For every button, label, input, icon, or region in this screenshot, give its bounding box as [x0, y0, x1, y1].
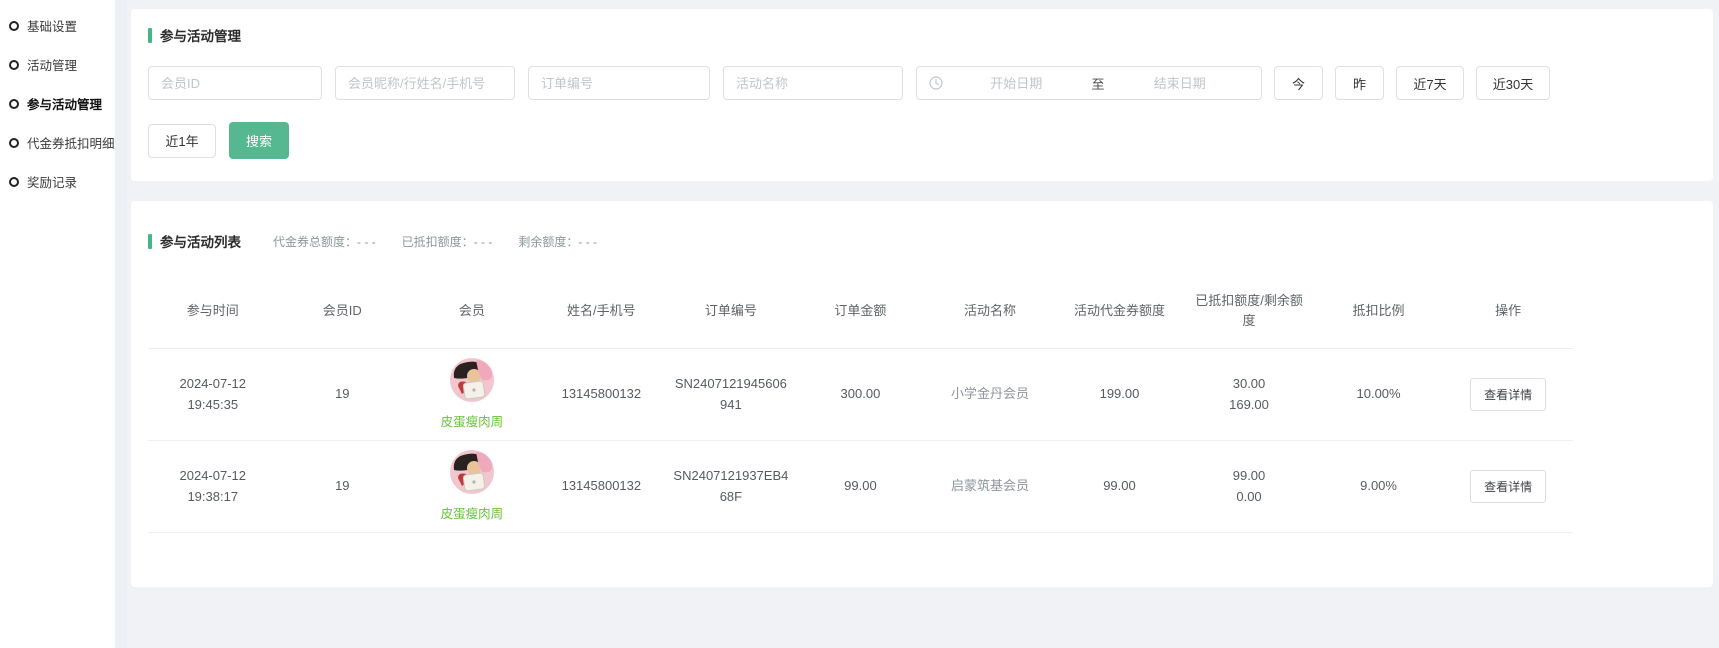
cell-member-id: 19 [278, 441, 408, 533]
cell-order-no: SN2407121937EB468F [666, 441, 796, 533]
cell-order-amount: 99.00 [796, 441, 926, 533]
date-separator: 至 [1086, 74, 1111, 93]
quick-30days-button[interactable]: 近30天 [1476, 66, 1550, 100]
member-id-input[interactable] [148, 66, 322, 100]
member-name-link[interactable]: 皮蛋瘦肉周 [441, 412, 504, 432]
cell-order-amount: 300.00 [796, 349, 926, 441]
filter-card-title: 参与活动管理 [148, 25, 1696, 45]
col-voucher-amount: 活动代金券额度 [1055, 279, 1185, 349]
sidebar-item-label: 奖励记录 [27, 172, 77, 191]
sidebar-item-activity-management[interactable]: 活动管理 [0, 45, 115, 84]
date-range-picker[interactable]: 至 [916, 66, 1262, 100]
circle-icon [9, 60, 19, 70]
filter-row: 至 今 昨 近7天 近30天 [148, 66, 1696, 100]
clock-icon [929, 76, 943, 90]
remaining-stat: 剩余额度：- - - [518, 233, 597, 250]
cell-ratio: 10.00% [1314, 349, 1444, 441]
cell-activity-name: 启蒙筑基会员 [925, 441, 1055, 533]
list-title: 参与活动列表 [160, 231, 241, 251]
activity-name-input[interactable] [723, 66, 903, 100]
cell-time: 2024-07-12 19:38:17 [148, 441, 278, 533]
cell-deducted-remaining: 99.00 0.00 [1184, 441, 1314, 533]
page-title: 参与活动管理 [160, 25, 241, 45]
title-accent-bar [148, 234, 152, 249]
sidebar-item-voucher-deduction-details[interactable]: 代金券抵扣明细 [0, 123, 115, 162]
circle-icon [9, 177, 19, 187]
sidebar-item-basic-settings[interactable]: 基础设置 [0, 6, 115, 45]
cell-actions: 查看详情 [1443, 349, 1573, 441]
filter-card: 参与活动管理 至 今 昨 近7天 近30天 [131, 9, 1713, 181]
deducted-value: 30.00 [1190, 374, 1308, 394]
sidebar-item-label: 参与活动管理 [27, 94, 102, 113]
quick-yesterday-button[interactable]: 昨 [1335, 66, 1384, 100]
table-row: 2024-07-12 19:45:35 19 [148, 349, 1573, 441]
remaining-value: 0.00 [1190, 487, 1308, 507]
filter-row-2: 近1年 搜索 [148, 122, 1696, 159]
col-deduction-ratio: 抵扣比例 [1314, 279, 1444, 349]
table-row: 2024-07-12 19:38:17 19 [148, 441, 1573, 533]
cell-time: 2024-07-12 19:45:35 [148, 349, 278, 441]
cell-member: 皮蛋瘦肉周 [407, 441, 537, 533]
sidebar-item-participation-management[interactable]: 参与活动管理 [0, 84, 115, 123]
col-member: 会员 [407, 279, 537, 349]
cell-actions: 查看详情 [1443, 441, 1573, 533]
voucher-total-stat: 代金券总额度：- - - [273, 233, 376, 250]
sidebar-item-label: 活动管理 [27, 55, 77, 74]
quick-1year-button[interactable]: 近1年 [148, 124, 216, 158]
quick-7days-button[interactable]: 近7天 [1396, 66, 1464, 100]
cell-voucher-amount: 99.00 [1055, 441, 1185, 533]
cell-deducted-remaining: 30.00 169.00 [1184, 349, 1314, 441]
deducted-value: 99.00 [1190, 466, 1308, 486]
end-date-input[interactable] [1111, 76, 1250, 91]
main-content: 参与活动管理 至 今 昨 近7天 近30天 [127, 0, 1719, 648]
col-actions: 操作 [1443, 279, 1573, 349]
circle-icon [9, 138, 19, 148]
col-activity-name: 活动名称 [925, 279, 1055, 349]
cell-ratio: 9.00% [1314, 441, 1444, 533]
summary-stats: 代金券总额度：- - - 已抵扣额度：- - - 剩余额度：- - - [273, 233, 623, 250]
view-detail-button[interactable]: 查看详情 [1470, 378, 1546, 411]
member-avatar [450, 358, 494, 402]
cell-activity-name: 小学金丹会员 [925, 349, 1055, 441]
sidebar-item-label: 基础设置 [27, 16, 77, 35]
list-card-title: 参与活动列表 代金券总额度：- - - 已抵扣额度：- - - 剩余额度：- -… [148, 231, 1696, 251]
cell-voucher-amount: 199.00 [1055, 349, 1185, 441]
sidebar-item-reward-records[interactable]: 奖励记录 [0, 162, 115, 201]
cell-member-id: 19 [278, 349, 408, 441]
cell-phone: 13145800132 [537, 349, 667, 441]
remaining-value: 169.00 [1190, 395, 1308, 415]
sidebar-item-label: 代金券抵扣明细 [27, 133, 115, 152]
col-order-no: 订单编号 [666, 279, 796, 349]
col-order-amount: 订单金额 [796, 279, 926, 349]
col-deducted-remaining: 已抵扣额度/剩余额度 [1184, 279, 1314, 349]
start-date-input[interactable] [947, 76, 1086, 91]
list-card: 参与活动列表 代金券总额度：- - - 已抵扣额度：- - - 剩余额度：- -… [131, 201, 1713, 587]
sidebar: 基础设置 活动管理 参与活动管理 代金券抵扣明细 奖励记录 [0, 0, 115, 648]
title-accent-bar [148, 28, 152, 43]
table-header-row: 参与时间 会员ID 会员 姓名/手机号 订单编号 订单金额 活动名称 活动代金券… [148, 279, 1573, 349]
member-info-input[interactable] [335, 66, 515, 100]
member-name-link[interactable]: 皮蛋瘦肉周 [441, 504, 504, 524]
cell-member: 皮蛋瘦肉周 [407, 349, 537, 441]
cell-order-no: SN2407121945606941 [666, 349, 796, 441]
activity-table: 参与时间 会员ID 会员 姓名/手机号 订单编号 订单金额 活动名称 活动代金券… [148, 279, 1573, 533]
col-name-phone: 姓名/手机号 [537, 279, 667, 349]
col-member-id: 会员ID [278, 279, 408, 349]
view-detail-button[interactable]: 查看详情 [1470, 470, 1546, 503]
sidebar-scrollbar-track[interactable] [115, 0, 127, 648]
cell-phone: 13145800132 [537, 441, 667, 533]
circle-icon [9, 21, 19, 31]
order-no-input[interactable] [528, 66, 710, 100]
deducted-stat: 已抵扣额度：- - - [402, 233, 493, 250]
circle-icon [9, 99, 19, 109]
col-participation-time: 参与时间 [148, 279, 278, 349]
member-avatar [450, 450, 494, 494]
search-button[interactable]: 搜索 [229, 122, 289, 159]
quick-today-button[interactable]: 今 [1274, 66, 1323, 100]
